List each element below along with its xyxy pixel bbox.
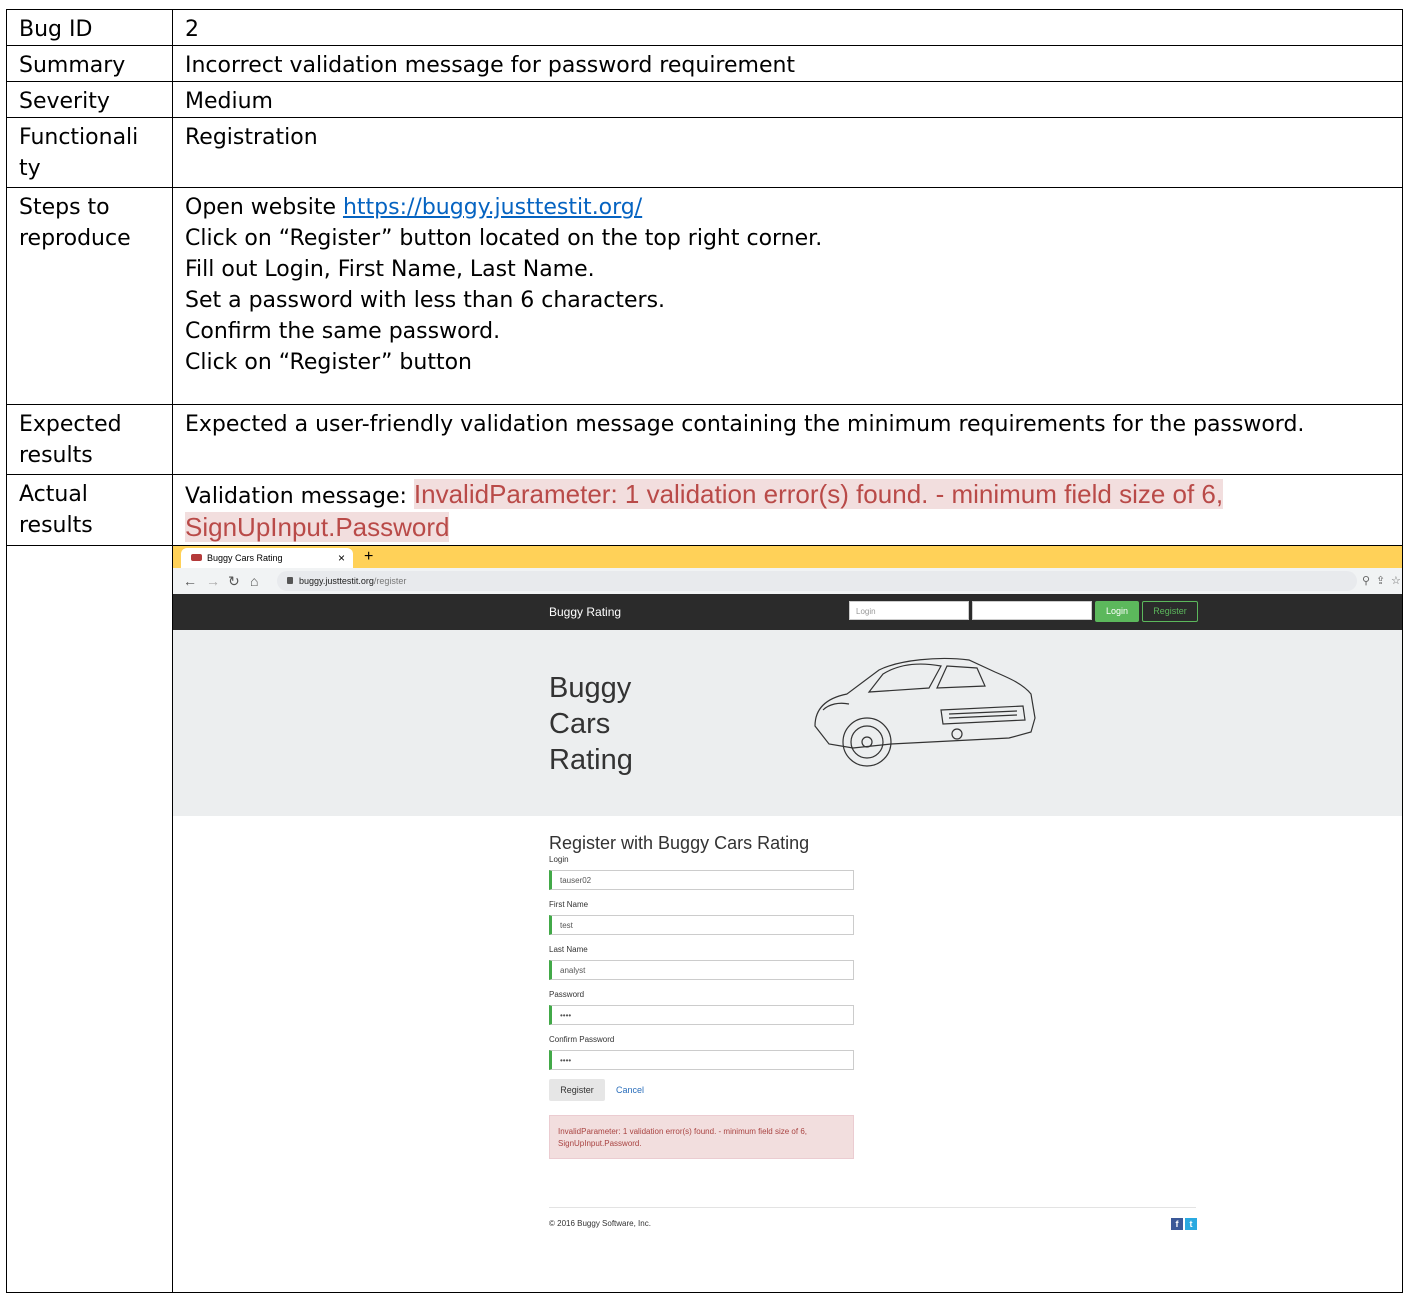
password-label: Password [549, 990, 585, 999]
severity-value: Medium [172, 81, 1403, 118]
summary-label: Summary [6, 45, 173, 82]
hero-title: Buggy Cars Rating [549, 672, 633, 776]
step-6: Click on “Register” button [185, 350, 472, 375]
steps-label: Steps to reproduce [6, 187, 173, 405]
actual-msg-line1: InvalidParameter: 1 validation error(s) … [413, 479, 1224, 509]
share-icon[interactable]: ⇪ [1376, 572, 1385, 590]
functionality-label-line1: Functionali [19, 125, 139, 150]
back-arrow-icon[interactable]: ← [183, 571, 197, 591]
browser-tab[interactable]: Buggy Cars Rating × [181, 548, 353, 568]
new-tab-icon[interactable]: + [364, 547, 373, 569]
car-favicon-icon [191, 554, 202, 561]
browser-tab-bar: Buggy Cars Rating × + [173, 546, 1402, 569]
navbar-brand[interactable]: Buggy Rating [549, 594, 621, 630]
screenshot-cell: Buggy Cars Rating × + ← → ↻ ⌂ buggy.just… [172, 545, 1403, 1293]
url-text: buggy.justtestit.org/register [299, 571, 406, 591]
register-form: Register with Buggy Cars Rating Login ta… [549, 832, 869, 1159]
cancel-link[interactable]: Cancel [616, 1079, 644, 1101]
navbar-password-input[interactable] [972, 601, 1092, 620]
navbar-login-input[interactable]: Login [849, 601, 969, 620]
expected-label-line1: Expected [19, 412, 122, 437]
forward-arrow-icon[interactable]: → [206, 571, 220, 591]
login-label: Login [549, 855, 569, 864]
navbar-register-button[interactable]: Register [1142, 601, 1198, 622]
step-5: Confirm the same password. [185, 319, 501, 344]
footer-divider [549, 1207, 1196, 1208]
address-bar-row: ← → ↻ ⌂ buggy.justtestit.org/register ⚲ … [173, 568, 1402, 595]
bug-report-table: Bug ID 2 Summary Incorrect validation me… [6, 9, 1403, 1293]
error-alert: InvalidParameter: 1 validation error(s) … [549, 1115, 854, 1159]
actual-label: Actual results [6, 474, 173, 546]
first-name-label: First Name [549, 900, 589, 909]
screenshot-label-cell [6, 545, 173, 1293]
zoom-icon[interactable]: ⚲ [1362, 572, 1370, 590]
summary-value: Incorrect validation message for passwor… [172, 45, 1403, 82]
step-1: Open website https://buggy.justtestit.or… [185, 192, 1394, 223]
url-path: /register [373, 576, 407, 586]
facebook-icon[interactable]: f [1171, 1218, 1183, 1230]
tab-close-icon[interactable]: × [338, 548, 345, 568]
severity-label: Severity [6, 81, 173, 118]
bug-id-label: Bug ID [6, 9, 173, 46]
step-2: Click on “Register” button located on th… [185, 226, 823, 251]
actual-label-line1: Actual [19, 482, 88, 507]
expected-label-line2: results [19, 443, 93, 468]
functionality-label: Functionali ty [6, 117, 173, 188]
form-button-row: Register Cancel [549, 1079, 869, 1101]
password-input[interactable]: •••• [549, 1005, 854, 1025]
step-1-prefix: Open website [185, 195, 343, 220]
navbar-login-button[interactable]: Login [1095, 601, 1139, 622]
confirm-password-label: Confirm Password [549, 1035, 615, 1044]
star-icon[interactable]: ☆ [1391, 572, 1401, 590]
register-button[interactable]: Register [549, 1079, 605, 1101]
bug-id-value: 2 [172, 9, 1403, 46]
browser-screenshot: Buggy Cars Rating × + ← → ↻ ⌂ buggy.just… [173, 546, 1402, 1292]
actual-line-1: Validation message: InvalidParameter: 1 … [185, 479, 1394, 512]
last-name-input[interactable]: analyst [549, 960, 854, 980]
step-4: Set a password with less than 6 characte… [185, 288, 666, 313]
last-name-label: Last Name [549, 945, 588, 954]
steps-value: Open website https://buggy.justtestit.or… [172, 187, 1403, 405]
site-navbar: Buggy Rating Login Login Register [173, 594, 1402, 630]
functionality-value: Registration [172, 117, 1403, 188]
home-icon[interactable]: ⌂ [250, 571, 258, 591]
url-field[interactable]: buggy.justtestit.org/register [277, 571, 1357, 591]
url-host: buggy.justtestit.org [299, 576, 374, 586]
hero-banner: Buggy Cars Rating [173, 630, 1402, 816]
actual-prefix: Validation message: [185, 484, 414, 509]
actual-line-2: SignUpInput.Password [185, 512, 1394, 545]
car-illustration-icon [814, 657, 1036, 767]
footer-copyright: © 2016 Buggy Software, Inc. [549, 1219, 651, 1228]
website-link[interactable]: https://buggy.justtestit.org/ [343, 195, 642, 220]
actual-msg-line2: SignUpInput.Password [185, 512, 450, 542]
reload-icon[interactable]: ↻ [228, 571, 240, 591]
expected-label: Expected results [6, 404, 173, 475]
functionality-label-line2: ty [19, 156, 41, 181]
actual-label-line2: results [19, 513, 93, 538]
expected-value: Expected a user-friendly validation mess… [172, 404, 1403, 475]
tab-title: Buggy Cars Rating [207, 553, 283, 563]
actual-value: Validation message: InvalidParameter: 1 … [172, 474, 1403, 546]
steps-label-line2: reproduce [19, 226, 131, 251]
login-input[interactable]: tauser02 [549, 870, 854, 890]
first-name-input[interactable]: test [549, 915, 854, 935]
confirm-password-input[interactable]: •••• [549, 1050, 854, 1070]
step-3: Fill out Login, First Name, Last Name. [185, 257, 595, 282]
register-form-title: Register with Buggy Cars Rating [549, 833, 810, 853]
lock-icon [287, 577, 293, 584]
steps-label-line1: Steps to [19, 195, 110, 220]
twitter-icon[interactable]: t [1185, 1218, 1197, 1230]
